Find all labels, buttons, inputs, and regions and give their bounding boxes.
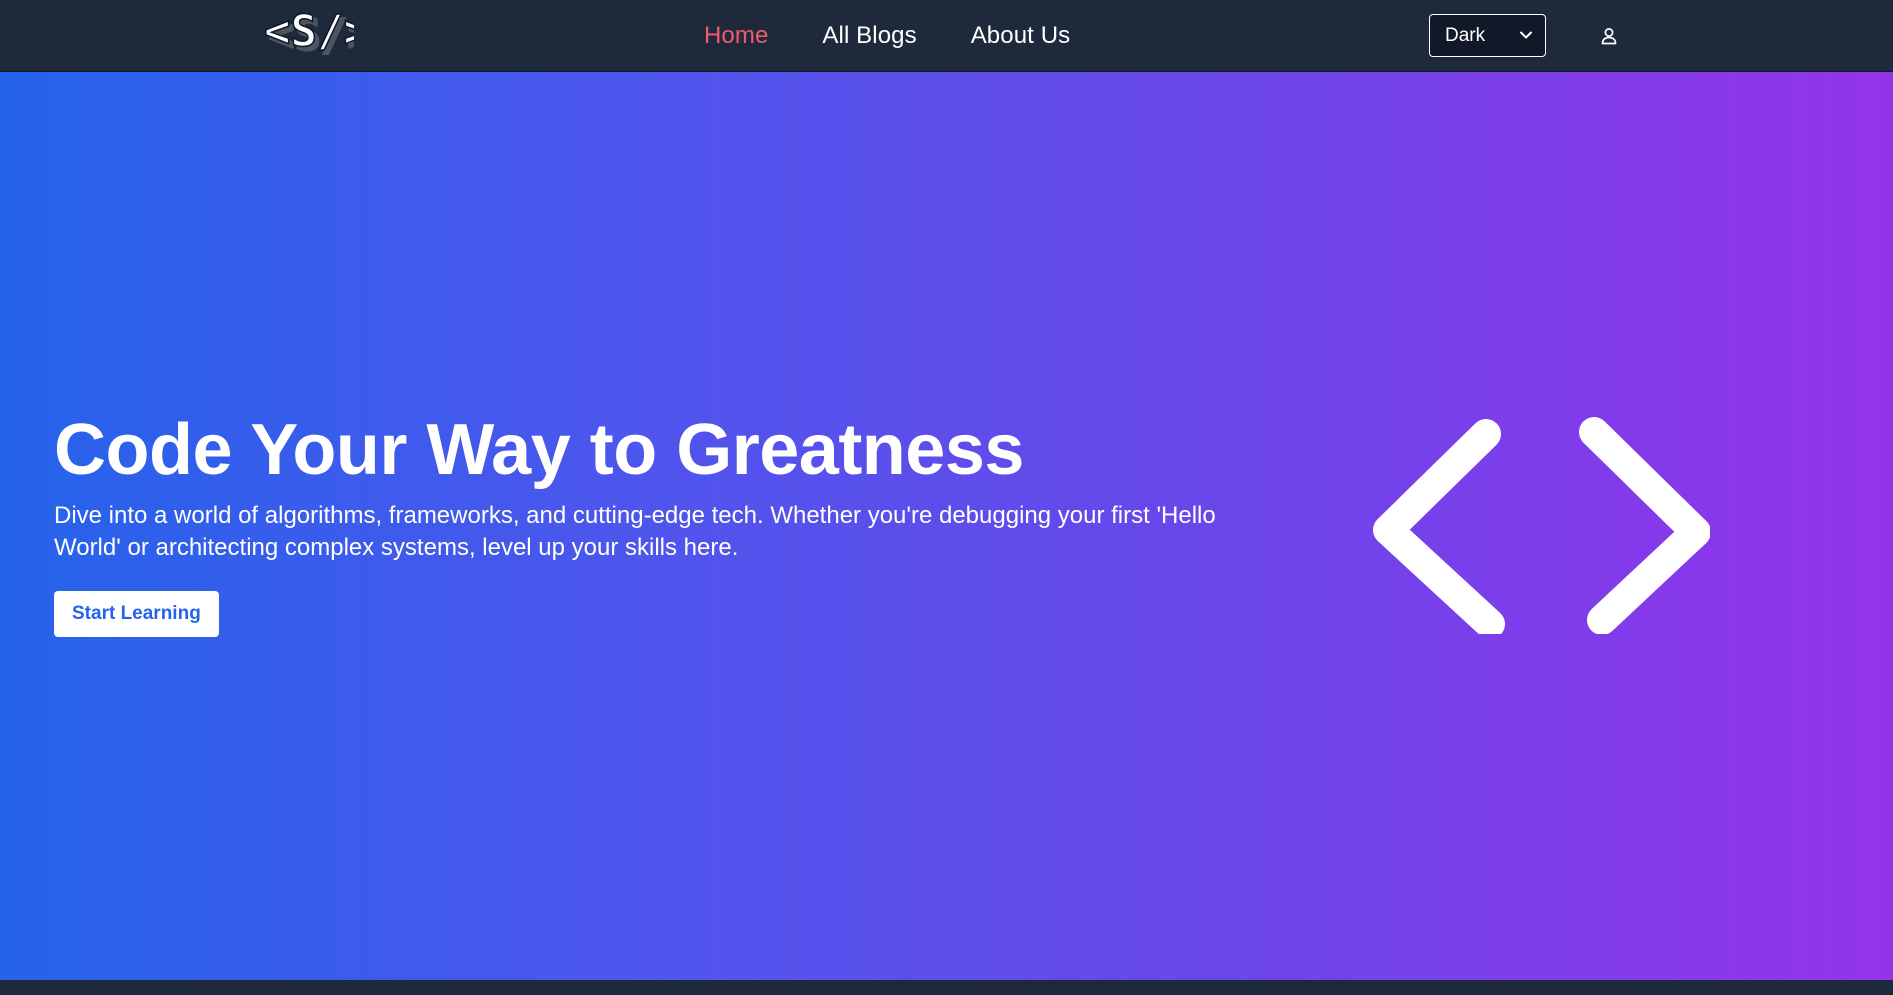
- hero-subtitle: Dive into a world of algorithms, framewo…: [54, 502, 1216, 561]
- footer-strip: [0, 980, 1893, 995]
- theme-select-value: Dark: [1445, 24, 1486, 46]
- chevron-down-icon: [1520, 31, 1532, 39]
- nav-home-link[interactable]: Home: [704, 22, 768, 50]
- svg-text:<S/>: <S/>: [264, 6, 354, 57]
- navbar: <S/> <S/> Home All Blogs About Us Dark: [0, 0, 1893, 72]
- user-icon: [1601, 27, 1617, 44]
- code-brackets-icon: [1373, 417, 1710, 634]
- nav-all-blogs-link[interactable]: All Blogs: [822, 22, 916, 50]
- hero-section: Code Your Way to Greatness Dive into a w…: [0, 72, 1893, 980]
- code-slash-logo-icon: <S/> <S/>: [263, 6, 354, 62]
- start-learning-button[interactable]: Start Learning: [54, 591, 219, 637]
- theme-select[interactable]: Dark: [1429, 14, 1546, 57]
- hero-title: Code Your Way to Greatness: [54, 410, 1024, 490]
- nav-about-us-link[interactable]: About Us: [971, 22, 1071, 50]
- user-account-button[interactable]: [1590, 14, 1628, 57]
- main-nav: Home All Blogs About Us: [704, 0, 1070, 72]
- site-logo[interactable]: <S/> <S/>: [262, 6, 354, 64]
